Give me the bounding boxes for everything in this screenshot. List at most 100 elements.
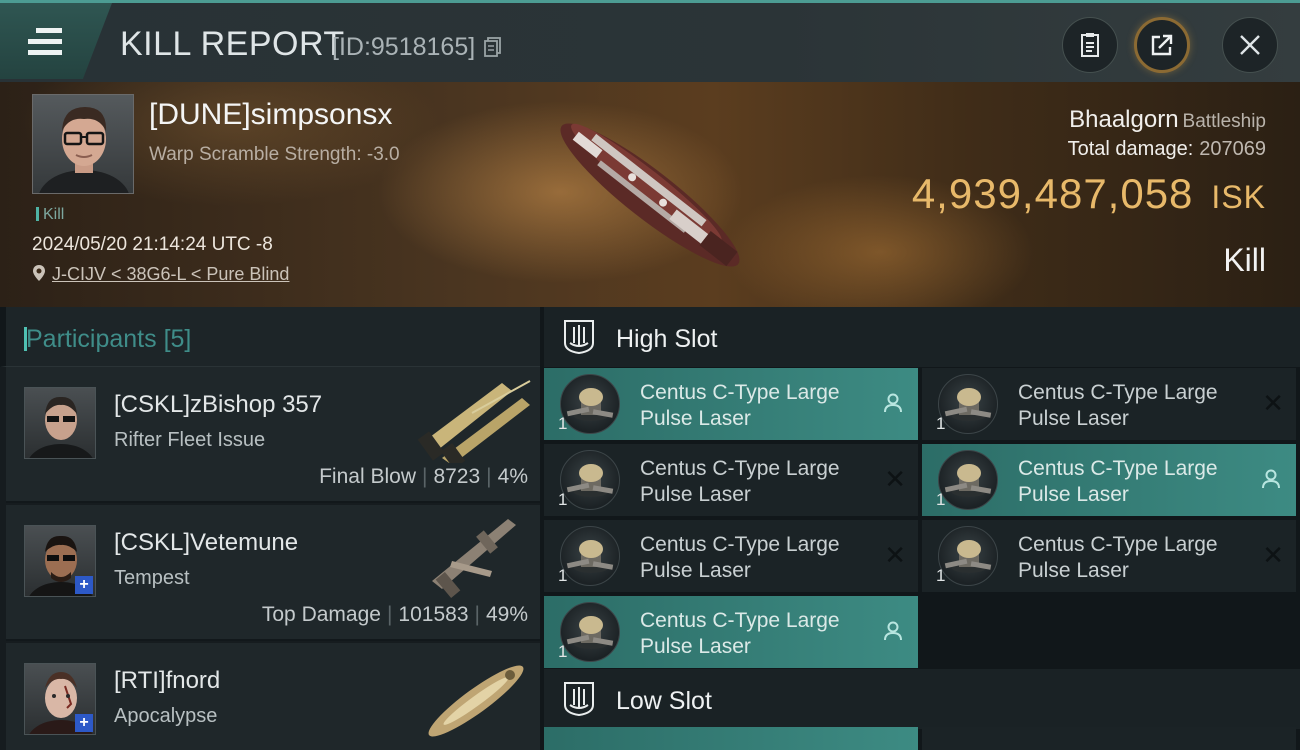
- plus-badge-icon: +: [75, 576, 93, 594]
- participant-percent: 49%: [485, 603, 528, 626]
- total-damage-label: Total damage:: [1067, 138, 1194, 160]
- warp-scramble-strength: Warp Scramble Strength: -3.0: [149, 144, 400, 165]
- participant-row[interactable]: + [CSKL]Vetemune Tempest Top Damage | 1015…: [6, 505, 540, 641]
- isk-unit: ISK: [1211, 179, 1266, 215]
- participant-role: Top Damage: [261, 603, 381, 626]
- high-slot-module[interactable]: 1 Centus C-Type Large Pulse Laser: [544, 596, 918, 668]
- participants-title: Participants [5]: [23, 325, 191, 354]
- kill-tag: Kill: [36, 206, 64, 224]
- high-slot-icon: [564, 320, 594, 355]
- pulse-laser-icon: [560, 526, 620, 586]
- hamburger-icon: [28, 28, 62, 61]
- isk-amount: 4,939,487,058: [911, 170, 1194, 217]
- participant-damage: 101583: [398, 603, 469, 626]
- share-button[interactable]: [1134, 17, 1190, 73]
- module-name-line2: Pulse Laser: [640, 407, 751, 430]
- pulse-laser-icon: [560, 450, 620, 510]
- module-name-line2: Pulse Laser: [640, 559, 751, 582]
- module-name-line2: Pulse Laser: [1018, 483, 1129, 506]
- page-title: KILL REPORT: [120, 25, 345, 63]
- destroyed-x-icon: ✕: [1262, 388, 1284, 418]
- victim-ship-image[interactable]: [530, 100, 770, 290]
- module-name-line1: Centus C-Type Large: [1018, 457, 1218, 480]
- module-name-line2: Pulse Laser: [1018, 407, 1129, 430]
- module-name-line2: Pulse Laser: [640, 635, 751, 658]
- module-name: Centus C-Type Large Pulse Laser: [1018, 456, 1248, 508]
- participant-avatar: [24, 387, 96, 459]
- location-text: J-CIJV < 38G6-L < Pure Blind: [52, 264, 290, 284]
- participant-ship-image: [432, 519, 516, 599]
- share-icon: [1151, 34, 1173, 56]
- high-slot-module[interactable]: 1 Centus C-Type Large Pulse Laser ✕: [922, 520, 1296, 592]
- module-name-line1: Centus C-Type Large: [1018, 533, 1218, 556]
- participant-ship-image: [428, 665, 524, 737]
- victim-ship-name: Bhaalgorn: [1069, 106, 1179, 133]
- kill-id: [ID:9518165]: [332, 33, 476, 61]
- kill-location-link[interactable]: J-CIJV < 38G6-L < Pure Blind: [32, 264, 289, 285]
- destroyed-x-icon: ✕: [1262, 540, 1284, 570]
- copy-icon[interactable]: [484, 37, 502, 57]
- module-name-line1: Centus C-Type Large: [640, 609, 840, 632]
- plus-badge-icon: +: [75, 714, 93, 732]
- kill-datetime: 2024/05/20 21:14:24 UTC -8: [32, 234, 273, 255]
- module-quantity: 1: [936, 414, 946, 433]
- dropped-person-icon: [884, 621, 902, 641]
- participant-ship: Tempest: [114, 567, 190, 589]
- module-name: Centus C-Type Large Pulse Laser: [640, 456, 870, 508]
- participant-name: [CSKL]zBishop 357: [114, 391, 323, 418]
- high-slot-module[interactable]: 1 Centus C-Type Large Pulse Laser ✕: [544, 520, 918, 592]
- module-quantity: 1: [558, 642, 568, 661]
- total-damage: Total damage: 207069: [1068, 138, 1266, 161]
- high-slot-module[interactable]: 1 Centus C-Type Large Pulse Laser: [922, 444, 1296, 516]
- low-slot-header: Low Slot: [544, 669, 1300, 729]
- module-quantity: 1: [558, 414, 568, 433]
- participant-avatar: +: [24, 663, 96, 735]
- pulse-laser-icon: [938, 450, 998, 510]
- participant-row[interactable]: + [RTI]fnord Apocalypse: [6, 643, 540, 750]
- module-name-line2: Pulse Laser: [640, 483, 751, 506]
- dropped-person-icon: [884, 393, 902, 413]
- pulse-laser-icon: [938, 374, 998, 434]
- module-name: Centus C-Type Large Pulse Laser: [1018, 532, 1248, 584]
- participant-stats: Top Damage | 101583 | 49%: [261, 603, 528, 626]
- module-name: Centus C-Type Large Pulse Laser: [640, 532, 870, 584]
- participant-damage: 8723: [433, 465, 481, 488]
- victim-banner: [DUNE]simpsonsx Warp Scramble Strength: …: [0, 82, 1300, 307]
- victim-portrait[interactable]: [32, 94, 134, 194]
- participant-ship: Rifter Fleet Issue: [114, 429, 266, 451]
- module-name-line1: Centus C-Type Large: [1018, 381, 1218, 404]
- total-damage-value: 207069: [1199, 138, 1266, 160]
- participant-row[interactable]: [CSKL]zBishop 357 Rifter Fleet Issue Fin…: [6, 367, 540, 503]
- pulse-laser-icon: [560, 374, 620, 434]
- clipboard-icon: [1081, 33, 1099, 57]
- report-button[interactable]: [1062, 17, 1118, 73]
- menu-button[interactable]: [0, 3, 112, 79]
- low-slot-module[interactable]: [544, 727, 918, 750]
- module-quantity: 1: [558, 490, 568, 509]
- close-icon: [1240, 35, 1260, 55]
- module-name: Centus C-Type Large Pulse Laser: [1018, 380, 1248, 432]
- low-slot-title: Low Slot: [616, 687, 712, 715]
- victim-ship[interactable]: Bhaalgorn Battleship: [1069, 106, 1266, 134]
- module-quantity: 1: [558, 566, 568, 585]
- fitting-panel: High Slot 1 Centus C-Type Large Pulse Lase…: [540, 307, 1300, 750]
- pulse-laser-icon: [938, 526, 998, 586]
- module-quantity: 1: [936, 490, 946, 509]
- module-name-line1: Centus C-Type Large: [640, 457, 840, 480]
- low-slot-module[interactable]: [922, 727, 1296, 750]
- module-name: Centus C-Type Large Pulse Laser: [640, 608, 870, 660]
- victim-pilot-name[interactable]: [DUNE]simpsonsx: [149, 98, 392, 132]
- close-button[interactable]: [1222, 17, 1278, 73]
- isk-value: 4,939,487,058 ISK: [912, 170, 1266, 218]
- participant-stats: Final Blow | 8723 | 4%: [319, 465, 528, 488]
- high-slot-module[interactable]: 1 Centus C-Type Large Pulse Laser ✕: [922, 368, 1296, 440]
- participant-avatar: +: [24, 525, 96, 597]
- participant-ship: Apocalypse: [114, 705, 218, 727]
- participant-role: Final Blow: [319, 465, 416, 488]
- high-slot-module[interactable]: 1 Centus C-Type Large Pulse Laser ✕: [544, 444, 918, 516]
- participant-percent: 4%: [497, 465, 528, 488]
- high-slot-module[interactable]: 1 Centus C-Type Large Pulse Laser: [544, 368, 918, 440]
- low-slot-icon: [564, 682, 594, 717]
- destroyed-x-icon: ✕: [884, 540, 906, 570]
- participants-panel: Participants [5] [CSKL]zBishop 357 Rifte…: [0, 307, 540, 750]
